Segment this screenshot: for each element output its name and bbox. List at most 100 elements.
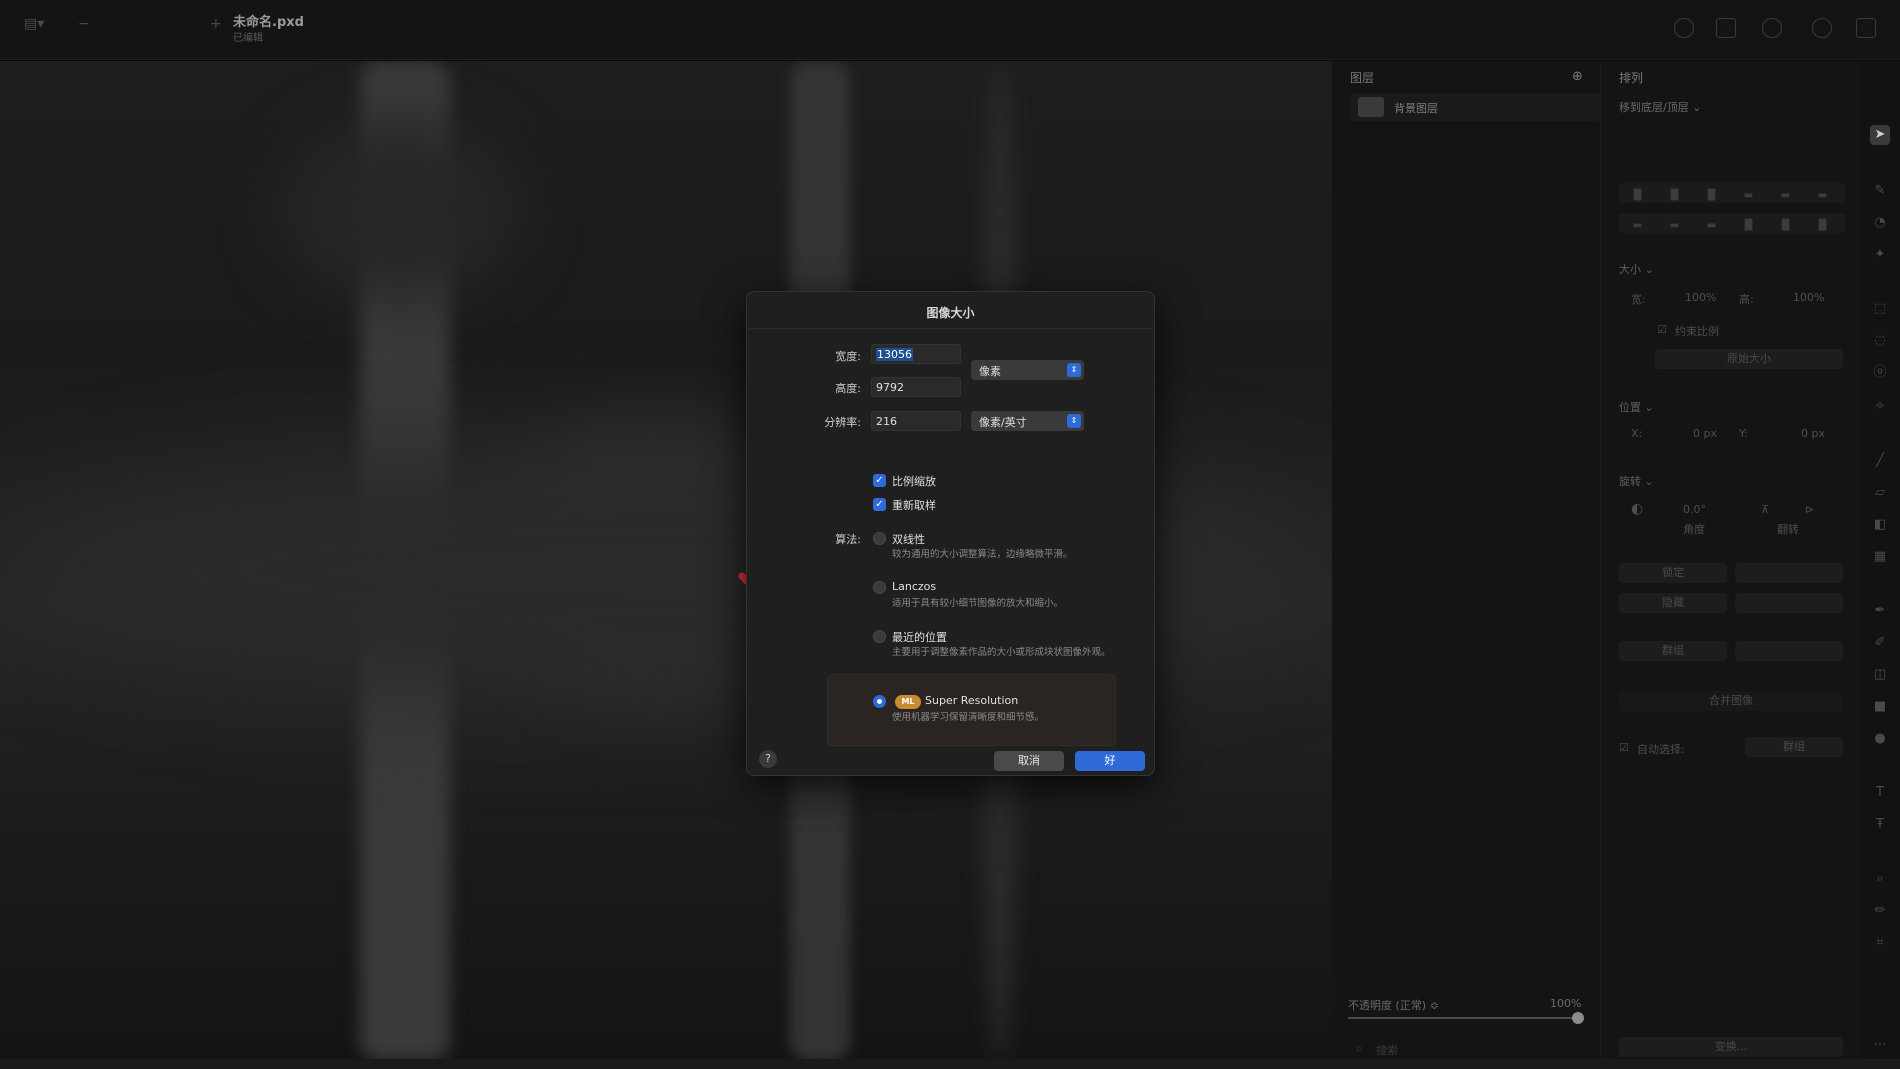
rotate-value[interactable]: 0.0° <box>1683 503 1706 516</box>
move-to-back-front[interactable]: 移到底层/顶层 ⌄ <box>1619 99 1701 115</box>
sidebar-toggle-icon[interactable]: ▤▾ <box>24 16 44 32</box>
arrange-tool-icon[interactable]: ➤ <box>1870 125 1890 145</box>
show-button[interactable] <box>1735 593 1843 613</box>
eraser-icon[interactable]: ▱ <box>1870 483 1890 503</box>
angle-label: 角度 <box>1683 523 1705 536</box>
add-tab-icon[interactable]: + <box>210 16 222 32</box>
resolution-field[interactable]: 216 <box>871 411 961 431</box>
paint-tool-icon[interactable]: ✎ <box>1870 181 1890 201</box>
hide-button[interactable]: 隐藏 <box>1619 593 1727 613</box>
back-icon[interactable]: − <box>78 16 90 32</box>
search-icon: ⌕ <box>1356 1041 1363 1055</box>
type-icon[interactable]: T <box>1870 783 1890 803</box>
layer-search-input[interactable]: ⌕ 搜索 <box>1348 1039 1580 1059</box>
algorithm-radio-super-resolution[interactable] <box>873 695 886 708</box>
resample-label: 重新取样 <box>892 499 936 512</box>
share-icon[interactable] <box>1716 18 1736 38</box>
size-unit-popup[interactable]: 像素 ⇕ <box>971 360 1084 380</box>
width-value[interactable]: 100% <box>1685 291 1716 304</box>
type-on-path-icon[interactable]: Ŧ <box>1870 815 1890 835</box>
effects-tool-icon[interactable]: ✦ <box>1870 245 1890 265</box>
select-rect-icon[interactable]: ⬚ <box>1870 299 1890 319</box>
auto-select-checkbox[interactable]: ☑ <box>1619 741 1629 754</box>
align-buttons[interactable]: ▐▌ ▐▌ ▐▌ ▬ ▬ ▬ <box>1619 183 1845 203</box>
crop-icon[interactable]: ⌗ <box>1870 933 1890 953</box>
bottom-bar <box>0 1059 1900 1069</box>
algorithm-desc: 主要用于调整像素作品的大小或形成块状图像外观。 <box>892 647 1111 658</box>
width-field[interactable]: 13056 <box>871 344 961 364</box>
height-label: 高: <box>1739 293 1754 306</box>
size-section-title[interactable]: 大小 ⌄ <box>1619 261 1654 277</box>
merge-images-button[interactable]: 合并图像 <box>1619 691 1843 711</box>
height-field[interactable]: 9792 <box>871 377 961 397</box>
opacity-slider-knob[interactable] <box>1572 1012 1584 1024</box>
search-placeholder: 搜索 <box>1376 1044 1398 1057</box>
pencil-icon[interactable]: ✐ <box>1870 633 1890 653</box>
height-label: 高度: <box>835 382 861 395</box>
y-value[interactable]: 0 px <box>1801 427 1825 440</box>
unlock-button[interactable] <box>1735 563 1843 583</box>
x-value[interactable]: 0 px <box>1693 427 1717 440</box>
fill-icon[interactable]: ◧ <box>1870 515 1890 535</box>
opacity-slider[interactable] <box>1348 1017 1580 1019</box>
y-label: Y: <box>1739 427 1748 440</box>
flip-vertical-icon[interactable]: ⊼ <box>1761 503 1769 516</box>
flip-horizontal-icon[interactable]: ⊳ <box>1805 503 1814 516</box>
opacity-value: 100% <box>1550 997 1582 1010</box>
zoom-tool-icon[interactable]: ⌕ <box>1870 869 1890 889</box>
opacity-label[interactable]: 不透明度 (正常) ≎ <box>1348 997 1439 1013</box>
adjust-tool-icon[interactable]: ◔ <box>1870 213 1890 233</box>
constrain-checkbox[interactable]: ☑ <box>1657 323 1667 336</box>
dialog-title: 图像大小 <box>926 306 975 320</box>
cancel-button[interactable]: 取消 <box>994 751 1064 771</box>
leaves-top <box>280 121 520 301</box>
rotate-dial-icon[interactable]: ◐ <box>1631 501 1643 517</box>
info-icon[interactable] <box>1674 18 1694 38</box>
arrange-panel: 排列 移到底层/顶层 ⌄ ▐▌ ▐▌ ▐▌ ▬ ▬ ▬ ▬ ▬ ▬ ▐▌ ▐▌ ▐▌ 大小 ⌄ 宽:… <box>1600 61 1860 1059</box>
ok-button[interactable]: 好 <box>1075 751 1145 771</box>
rectangle-icon[interactable]: ■ <box>1870 697 1890 717</box>
lasso-icon[interactable]: ⓞ <box>1870 363 1890 383</box>
distribute-buttons[interactable]: ▬ ▬ ▬ ▐▌ ▐▌ ▐▌ <box>1619 213 1845 233</box>
ungroup-button[interactable] <box>1735 641 1843 661</box>
ellipse-icon[interactable]: ● <box>1870 729 1890 749</box>
position-section-title[interactable]: 位置 ⌄ <box>1619 399 1654 415</box>
zoom-icon[interactable] <box>1762 18 1782 38</box>
title-bar: ▤▾ − + 未命名.pxd 已编辑 <box>0 0 1900 60</box>
scale-proportionally-checkbox[interactable]: ✓ <box>873 474 886 487</box>
help-button[interactable]: ? <box>759 750 777 768</box>
gradient-icon[interactable]: ▦ <box>1870 547 1890 567</box>
select-ellipse-icon[interactable]: ◌ <box>1870 331 1890 351</box>
transform-button[interactable]: 变换... <box>1619 1037 1843 1057</box>
height-value[interactable]: 100% <box>1793 291 1824 304</box>
export-icon[interactable] <box>1812 18 1832 38</box>
resolution-unit-popup[interactable]: 像素/英寸 ⇕ <box>971 411 1084 431</box>
algorithm-name: 最近的位置 <box>892 631 947 644</box>
algorithm-label: 算法: <box>835 533 861 546</box>
magic-wand-icon[interactable]: ✧ <box>1870 397 1890 417</box>
shape-icon[interactable]: ◫ <box>1870 665 1890 685</box>
brush-icon[interactable]: ╱ <box>1870 451 1890 471</box>
layer-name: 背景图层 <box>1394 102 1438 115</box>
layer-thumbnail <box>1358 97 1384 117</box>
auto-select-popup[interactable]: 群组 <box>1745 737 1843 757</box>
add-layer-icon[interactable]: ⊕ <box>1572 69 1583 84</box>
pen-icon[interactable]: ✒ <box>1870 601 1890 621</box>
document-title: 未命名.pxd <box>233 15 304 30</box>
eyedropper-icon[interactable]: ✏ <box>1870 901 1890 921</box>
rotate-section-title[interactable]: 旋转 ⌄ <box>1619 473 1654 489</box>
inspector-toggle-icon[interactable] <box>1856 18 1876 38</box>
layer-item[interactable]: 背景图层 <box>1350 93 1600 121</box>
algorithm-radio-bilinear[interactable] <box>873 532 886 545</box>
resolution-unit-value: 像素/英寸 <box>979 416 1027 429</box>
more-tools-icon[interactable]: ⋯ <box>1870 1035 1890 1055</box>
algorithm-radio-lanczos[interactable] <box>873 581 886 594</box>
original-size-button[interactable]: 原始大小 <box>1655 349 1843 369</box>
auto-select-label: 自动选择: <box>1637 743 1685 756</box>
resample-checkbox[interactable]: ✓ <box>873 498 886 511</box>
algorithm-radio-nearest[interactable] <box>873 630 886 643</box>
group-button[interactable]: 群组 <box>1619 641 1727 661</box>
algorithm-name: Super Resolution <box>925 694 1019 707</box>
lock-button[interactable]: 锁定 <box>1619 563 1727 583</box>
layers-title: 图层 <box>1350 71 1375 85</box>
